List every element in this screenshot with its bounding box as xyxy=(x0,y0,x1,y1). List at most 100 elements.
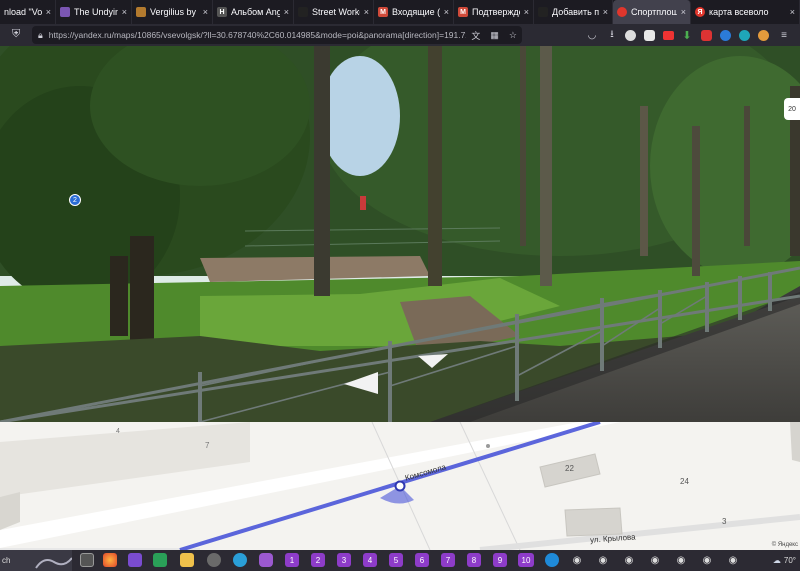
download-arrow-icon[interactable]: ⬇ xyxy=(679,27,695,43)
tab-favicon-icon xyxy=(538,7,548,17)
tab-8[interactable]: Добавить площ × xyxy=(534,0,613,24)
taskbar-app-icon[interactable]: ◉ xyxy=(700,553,714,567)
tab-close-icon[interactable]: × xyxy=(603,7,608,17)
workspace-10[interactable]: 10 xyxy=(518,553,534,567)
grid-icon[interactable]: ▦ xyxy=(490,30,499,41)
panorama-image xyxy=(0,46,800,422)
video-app-icon[interactable] xyxy=(128,553,142,567)
tab-4[interactable]: H Альбом Angry B × xyxy=(213,0,294,24)
tab-favicon-icon xyxy=(298,7,308,17)
taskbar-app-icon[interactable]: ◉ xyxy=(726,553,740,567)
pocket-icon[interactable]: ◡ xyxy=(584,27,600,43)
tab-favicon-icon xyxy=(136,7,146,17)
tab-5[interactable]: Street Workout: × xyxy=(294,0,374,24)
tab-1[interactable]: nload "Voice × xyxy=(0,0,56,24)
tab-close-icon[interactable]: × xyxy=(681,7,686,17)
tab-favicon-icon xyxy=(617,7,627,17)
tab-close-icon[interactable]: × xyxy=(364,7,369,17)
translate-icon[interactable]: 文 xyxy=(471,29,480,42)
youtube-icon[interactable] xyxy=(660,27,676,43)
address-bar[interactable]: 🔒︎ https://yandex.ru/maps/10865/vsevolgs… xyxy=(32,26,522,44)
weather-cloud-icon: ☁ xyxy=(772,556,781,565)
workspace-9[interactable]: 9 xyxy=(493,553,507,567)
map-view[interactable]: 22 24 3 7 4 Комсомола ул. Крылова © Янде… xyxy=(0,422,800,550)
tab-close-icon[interactable]: × xyxy=(444,7,449,17)
tab-title: Подтвержден xyxy=(472,7,520,17)
tab-close-icon[interactable]: × xyxy=(46,7,51,17)
map-house-7: 7 xyxy=(205,441,210,450)
extension-orange-icon[interactable] xyxy=(755,27,771,43)
settings-gear-icon[interactable] xyxy=(207,553,221,567)
taskbar-search-box[interactable]: ch xyxy=(0,550,72,571)
street-panorama[interactable]: 2 20 xyxy=(0,46,800,422)
taskbar-app-icon[interactable]: ◉ xyxy=(648,553,662,567)
workspace-1[interactable]: 1 xyxy=(285,553,299,567)
tab-3[interactable]: Vergilius by KIRA × xyxy=(132,0,213,24)
tab-title: карта всеволо xyxy=(709,7,769,17)
extension-wallet-icon[interactable] xyxy=(641,27,657,43)
tab-7[interactable]: M Подтвержден × xyxy=(454,0,534,24)
panorama-marker[interactable]: 2 xyxy=(69,194,81,206)
workspace-4[interactable]: 4 xyxy=(363,553,377,567)
tab-favicon-icon: M xyxy=(458,7,468,17)
extension-blue-icon[interactable] xyxy=(717,27,733,43)
spreadsheet-icon[interactable] xyxy=(153,553,167,567)
workspace-5[interactable]: 5 xyxy=(389,553,403,567)
map-house-24: 24 xyxy=(680,477,689,486)
url-text: https://yandex.ru/maps/10865/vsevolgsk/?… xyxy=(48,30,467,40)
workspace-2[interactable]: 2 xyxy=(311,553,325,567)
tab-9-active[interactable]: Спортплощадк × xyxy=(613,0,691,24)
tab-title: Street Workout: xyxy=(312,7,360,17)
panorama-zoom-chip[interactable]: 20 xyxy=(784,98,800,120)
download-icon[interactable]: ⭳ xyxy=(604,27,620,43)
taskbar-app-icon[interactable]: ◉ xyxy=(622,553,636,567)
tab-favicon-icon xyxy=(60,7,70,17)
bookmark-star-icon[interactable]: ☆ xyxy=(509,30,517,41)
tab-favicon-icon: M xyxy=(378,7,388,17)
tab-title: Альбом Angry B xyxy=(231,7,280,17)
task-view-icon[interactable] xyxy=(80,553,94,567)
tab-close-icon[interactable]: × xyxy=(203,7,208,17)
tab-close-icon[interactable]: × xyxy=(122,7,127,17)
tab-favicon-icon: H xyxy=(217,7,227,17)
extension-dark-icon[interactable] xyxy=(622,27,638,43)
telegram-icon[interactable] xyxy=(233,553,247,567)
taskbar-app-icon[interactable]: ◉ xyxy=(674,553,688,567)
viber-icon[interactable] xyxy=(259,553,273,567)
tab-2[interactable]: The Undying Be × xyxy=(56,0,132,24)
temperature-text: 70° xyxy=(783,556,796,565)
lock-icon[interactable]: 🔒︎ xyxy=(38,30,43,41)
file-explorer-icon[interactable] xyxy=(180,553,194,567)
tab-close-icon[interactable]: × xyxy=(524,7,529,17)
tab-title: nload "Voice xyxy=(4,7,42,17)
taskbar-search-text: ch xyxy=(2,556,11,565)
search-illustration-icon xyxy=(35,556,72,569)
tab-10[interactable]: Я карта всеволо × xyxy=(691,0,800,24)
extension-teal-icon[interactable] xyxy=(736,27,752,43)
os-taskbar: ch 1 2 3 4 5 6 7 8 9 10 ◉ ◉ ◉ ◉ ◉ ◉ ◉ ☁ … xyxy=(0,550,800,571)
workspace-6[interactable]: 6 xyxy=(415,553,429,567)
navigation-toolbar: ⛨ 🔒︎ https://yandex.ru/maps/10865/vsevol… xyxy=(0,24,800,46)
workspace-3[interactable]: 3 xyxy=(337,553,351,567)
menu-icon[interactable]: ≡ xyxy=(776,27,792,43)
extension-red-icon[interactable] xyxy=(698,27,714,43)
system-tray[interactable]: ☁ 70° xyxy=(773,550,796,571)
tab-close-icon[interactable]: × xyxy=(284,7,289,17)
workspace-7[interactable]: 7 xyxy=(441,553,455,567)
map-house-4: 4 xyxy=(116,428,120,435)
map-house-3: 3 xyxy=(722,517,727,526)
shield-icon[interactable]: ⛨ xyxy=(12,28,20,41)
tab-title: The Undying Be xyxy=(74,7,118,17)
taskbar-app-icon[interactable]: ◉ xyxy=(596,553,610,567)
signal-app-icon[interactable] xyxy=(545,553,559,567)
tab-title: Спортплощадк xyxy=(631,7,677,17)
map-copyright: © Яндекс xyxy=(771,542,798,548)
tab-title: Входящие (3 85 xyxy=(392,7,440,17)
map-house-22: 22 xyxy=(565,464,574,473)
tab-title: Vergilius by KIRA xyxy=(150,7,199,17)
tab-6[interactable]: M Входящие (3 85 × xyxy=(374,0,454,24)
tab-close-icon[interactable]: × xyxy=(790,7,795,17)
taskbar-app-icon[interactable]: ◉ xyxy=(570,553,584,567)
firefox-icon[interactable] xyxy=(103,553,117,567)
workspace-8[interactable]: 8 xyxy=(467,553,481,567)
